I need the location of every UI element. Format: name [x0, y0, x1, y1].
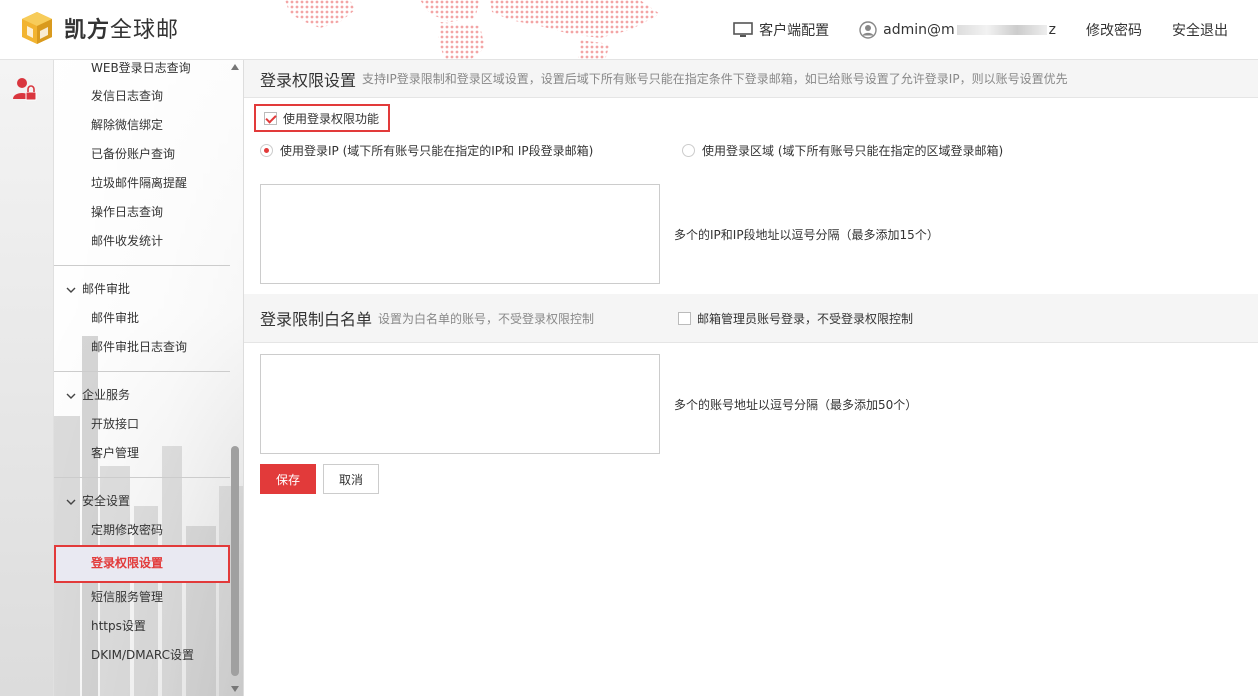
sidebar-item-spam-quarantine[interactable]: 垃圾邮件隔离提醒: [54, 169, 230, 198]
sidebar-item-approval-log[interactable]: 邮件审批日志查询: [54, 333, 230, 362]
module-icon-strip: [0, 60, 54, 696]
change-password-label: 修改密码: [1086, 23, 1142, 39]
world-map-decoration: [285, 0, 660, 60]
user-email-suffix: z: [1048, 22, 1056, 38]
sidebar: WEB登录日志查询 发信日志查询 解除微信绑定 已备份账户查询 垃圾邮件隔离提醒…: [54, 60, 244, 696]
sidebar-item-send-log[interactable]: 发信日志查询: [54, 82, 230, 111]
admin-exempt-checkbox[interactable]: 邮箱管理员账号登录，不受登录权限控制: [678, 310, 913, 327]
sidebar-divider: [54, 265, 230, 266]
sidebar-item-web-login-log[interactable]: WEB登录日志查询: [54, 60, 230, 82]
top-nav: 客户端配置 admin@m z 修改密码 安全退出: [733, 0, 1258, 60]
sidebar-item-sms-service[interactable]: 短信服务管理: [54, 583, 230, 612]
cancel-button[interactable]: 取消: [323, 464, 379, 494]
sidebar-item-dkim-dmarc[interactable]: DKIM/DMARC设置: [54, 641, 230, 670]
radio-login-region[interactable]: 使用登录区域 (域下所有账号只能在指定的区域登录邮箱): [682, 142, 1003, 159]
sidebar-item-customer-management[interactable]: 客户管理: [54, 439, 230, 468]
page-title: 登录权限设置: [260, 70, 357, 90]
ip-list-hint: 多个的IP和IP段地址以逗号分隔（最多添加15个）: [674, 228, 939, 242]
enable-login-permission-checkbox[interactable]: 使用登录权限功能: [254, 104, 390, 132]
sidebar-scrollbar[interactable]: [230, 60, 240, 696]
user-email-prefix: admin@m: [883, 22, 955, 38]
chevron-down-icon: [66, 499, 76, 505]
scrollbar-thumb[interactable]: [231, 446, 239, 676]
whitelist-header: 登录限制白名单 设置为白名单的账号，不受登录权限控制 邮箱管理员账号登录，不受登…: [244, 294, 1258, 343]
sidebar-divider: [54, 477, 230, 478]
chevron-down-icon: [66, 287, 76, 293]
brand-logo[interactable]: 凯方全球邮: [18, 9, 179, 47]
user-avatar-icon: [859, 21, 877, 39]
sidebar-item-mail-approval[interactable]: 邮件审批: [54, 304, 230, 333]
brand-name: 凯方全球邮: [64, 18, 180, 43]
scroll-up-arrow-icon[interactable]: [231, 64, 239, 70]
whitelist-title: 登录限制白名单: [260, 310, 373, 329]
checkbox-checked-icon[interactable]: [264, 111, 277, 125]
radio-login-ip[interactable]: 使用登录IP (域下所有账号只能在指定的IP和 IP段登录邮箱): [260, 142, 593, 159]
email-redaction: [956, 25, 1047, 35]
client-config-link[interactable]: 客户端配置: [733, 20, 829, 40]
monitor-icon: [733, 22, 753, 37]
logout-label: 安全退出: [1172, 23, 1228, 39]
chevron-down-icon: [66, 393, 76, 399]
whitelist-textarea[interactable]: [260, 354, 660, 454]
checkbox-unchecked-icon[interactable]: [678, 311, 691, 325]
sidebar-item-login-permission[interactable]: 登录权限设置: [54, 545, 230, 583]
sidebar-group-label: 安全设置: [82, 494, 131, 508]
user-account[interactable]: admin@m z: [859, 21, 1056, 39]
sidebar-group-label: 企业服务: [82, 388, 131, 402]
logo-icon: [22, 12, 52, 44]
user-lock-icon[interactable]: [12, 76, 38, 102]
main-content: 登录权限设置 支持IP登录限制和登录区域设置，设置后域下所有账号只能在指定条件下…: [244, 60, 1258, 696]
sidebar-item-password-rotation[interactable]: 定期修改密码: [54, 516, 230, 545]
sidebar-divider: [54, 371, 230, 372]
sidebar-group-mail-approval[interactable]: 邮件审批: [54, 275, 230, 304]
login-permission-header: 登录权限设置 支持IP登录限制和登录区域设置，设置后域下所有账号只能在指定条件下…: [244, 60, 1258, 98]
whitelist-hint: 多个的账号地址以逗号分隔（最多添加50个）: [674, 398, 918, 412]
radio-selected-icon[interactable]: [260, 144, 273, 157]
sidebar-item-backup-accounts[interactable]: 已备份账户查询: [54, 140, 230, 169]
sidebar-group-enterprise-services[interactable]: 企业服务: [54, 381, 230, 410]
radio-login-region-label: 使用登录区域 (域下所有账号只能在指定的区域登录邮箱): [702, 144, 1004, 158]
sidebar-item-operation-log[interactable]: 操作日志查询: [54, 198, 230, 227]
scroll-down-arrow-icon[interactable]: [231, 686, 239, 692]
sidebar-item-unbind-wechat[interactable]: 解除微信绑定: [54, 111, 230, 140]
ip-list-textarea[interactable]: [260, 184, 660, 284]
radio-unselected-icon[interactable]: [682, 144, 695, 157]
sidebar-item-https[interactable]: https设置: [54, 612, 230, 641]
sidebar-group-label: 邮件审批: [82, 282, 131, 296]
enable-login-permission-label: 使用登录权限功能: [283, 111, 380, 126]
sidebar-item-open-api[interactable]: 开放接口: [54, 410, 230, 439]
save-button[interactable]: 保存: [260, 464, 316, 494]
whitelist-description: 设置为白名单的账号，不受登录权限控制: [378, 311, 595, 326]
sidebar-item-mail-stats[interactable]: 邮件收发统计: [54, 227, 230, 256]
client-config-label: 客户端配置: [759, 23, 830, 39]
sidebar-group-security[interactable]: 安全设置: [54, 487, 230, 516]
top-header: 凯方全球邮 客户端配置 admin@m z 修改密码 安全退出: [0, 0, 1258, 60]
admin-exempt-label: 邮箱管理员账号登录，不受登录权限控制: [697, 311, 914, 326]
section-description: 支持IP登录限制和登录区域设置，设置后域下所有账号只能在指定条件下登录邮箱，如已…: [362, 72, 1068, 86]
logout-link[interactable]: 安全退出: [1172, 20, 1228, 40]
change-password-link[interactable]: 修改密码: [1086, 20, 1142, 40]
radio-login-ip-label: 使用登录IP (域下所有账号只能在指定的IP和 IP段登录邮箱): [280, 144, 594, 158]
sidebar-menu: WEB登录日志查询 发信日志查询 解除微信绑定 已备份账户查询 垃圾邮件隔离提醒…: [54, 60, 230, 670]
